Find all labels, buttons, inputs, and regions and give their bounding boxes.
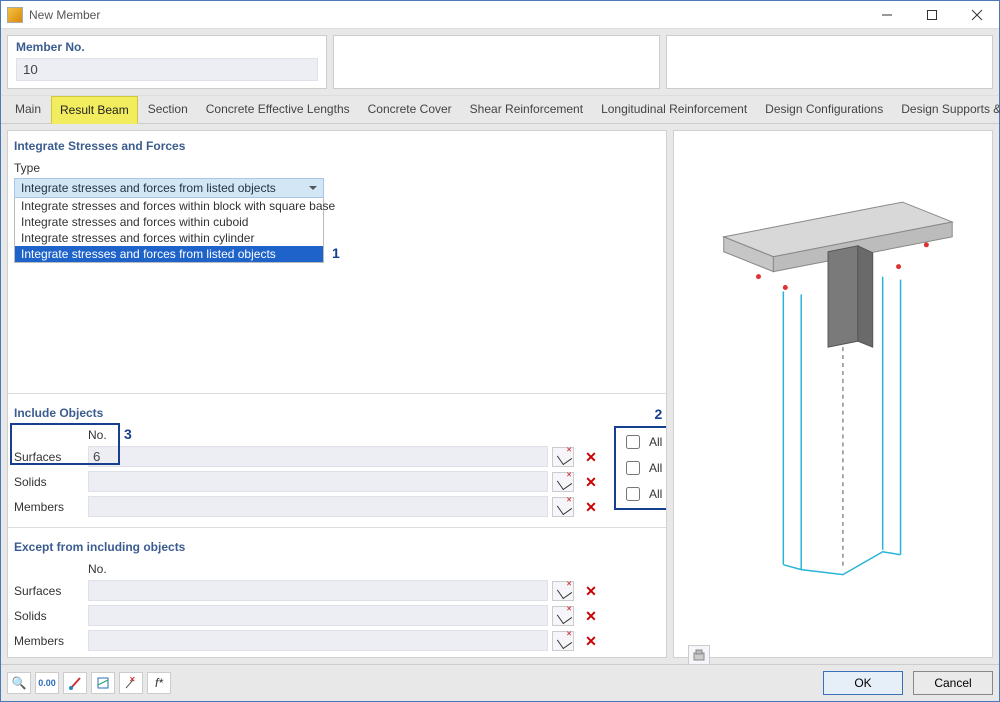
all-label: All [649,435,662,449]
except-row-label: Members [14,634,84,648]
tab-design-configurations[interactable]: Design Configurations [757,96,891,123]
type-dropdown-list[interactable]: Integrate stresses and forces within blo… [14,198,324,263]
all-members-checkbox[interactable] [626,487,640,501]
app-icon [7,7,23,23]
type-option[interactable]: Integrate stresses and forces from liste… [15,246,323,262]
include-solids-input[interactable] [88,471,548,492]
except-title: Except from including objects [14,540,660,554]
maximize-button[interactable] [909,1,954,29]
include-title: Include Objects [14,406,660,420]
tab-main[interactable]: Main [7,96,49,123]
include-row-label: Surfaces [14,450,84,464]
toolbar-units-icon[interactable]: 0.00 [35,672,59,694]
include-row-label: Solids [14,475,84,489]
pick-icon[interactable] [552,606,574,626]
tab-section[interactable]: Section [140,96,196,123]
annotation-3: 3 [124,426,132,442]
tab-concrete-cover[interactable]: Concrete Cover [360,96,460,123]
type-label: Type [14,161,660,175]
svg-text:✕: ✕ [129,675,136,684]
tab-longitudinal-reinforcement[interactable]: Longitudinal Reinforcement [593,96,755,123]
except-row-label: Solids [14,609,84,623]
delete-icon[interactable]: ✕ [580,631,602,651]
preview-tool-button[interactable] [688,645,710,664]
tab-result-beam[interactable]: Result Beam [51,96,138,124]
member-no-label: Member No. [16,40,318,54]
include-surfaces-input[interactable] [88,446,548,467]
all-label: All [649,487,662,501]
toolbar-help-icon[interactable]: 🔍 [7,672,31,694]
ok-button[interactable]: OK [823,671,903,695]
annotation-2: 2 [655,406,663,422]
toolbar-graphic-icon[interactable] [91,672,115,694]
window-title: New Member [29,8,864,22]
tab-shear-reinforcement[interactable]: Shear Reinforcement [462,96,591,123]
except-row-label: Surfaces [14,584,84,598]
delete-icon[interactable]: ✕ [580,497,602,517]
include-members-input[interactable] [88,496,548,517]
toolbar-clear-icon[interactable]: ✕ [119,672,143,694]
annotation-1: 1 [332,245,340,261]
include-no-header: No. [88,428,548,442]
type-dropdown[interactable]: Integrate stresses and forces from liste… [14,178,324,198]
pick-icon[interactable] [552,472,574,492]
type-option[interactable]: Integrate stresses and forces within cyl… [15,230,323,246]
delete-icon[interactable]: ✕ [580,447,602,467]
type-option[interactable]: Integrate stresses and forces within blo… [15,198,323,214]
pick-icon[interactable] [552,631,574,651]
top-spacer-2 [666,35,993,89]
pick-icon[interactable] [552,447,574,467]
all-surfaces-checkbox[interactable] [626,435,640,449]
except-members-input[interactable] [88,630,548,651]
top-spacer-1 [333,35,660,89]
except-no-header: No. [88,562,548,576]
tab-concrete-effective-lengths[interactable]: Concrete Effective Lengths [198,96,358,123]
preview-3d[interactable] [684,141,982,641]
minimize-button[interactable] [864,1,909,29]
all-label: All [649,461,662,475]
delete-icon[interactable]: ✕ [580,606,602,626]
delete-icon[interactable]: ✕ [580,581,602,601]
except-solids-input[interactable] [88,605,548,626]
tab-design-supports-deflection[interactable]: Design Supports & Deflection [893,96,1000,123]
include-row-label: Members [14,500,84,514]
except-surfaces-input[interactable] [88,580,548,601]
toolbar-function-icon[interactable]: f* [147,672,171,694]
all-solids-checkbox[interactable] [626,461,640,475]
close-button[interactable] [954,1,999,29]
delete-icon[interactable]: ✕ [580,472,602,492]
member-no-input[interactable] [16,58,318,81]
integrate-title: Integrate Stresses and Forces [14,139,660,153]
cancel-button[interactable]: Cancel [913,671,993,695]
toolbar-member-icon[interactable] [63,672,87,694]
pick-icon[interactable] [552,497,574,517]
pick-icon[interactable] [552,581,574,601]
type-option[interactable]: Integrate stresses and forces within cub… [15,214,323,230]
